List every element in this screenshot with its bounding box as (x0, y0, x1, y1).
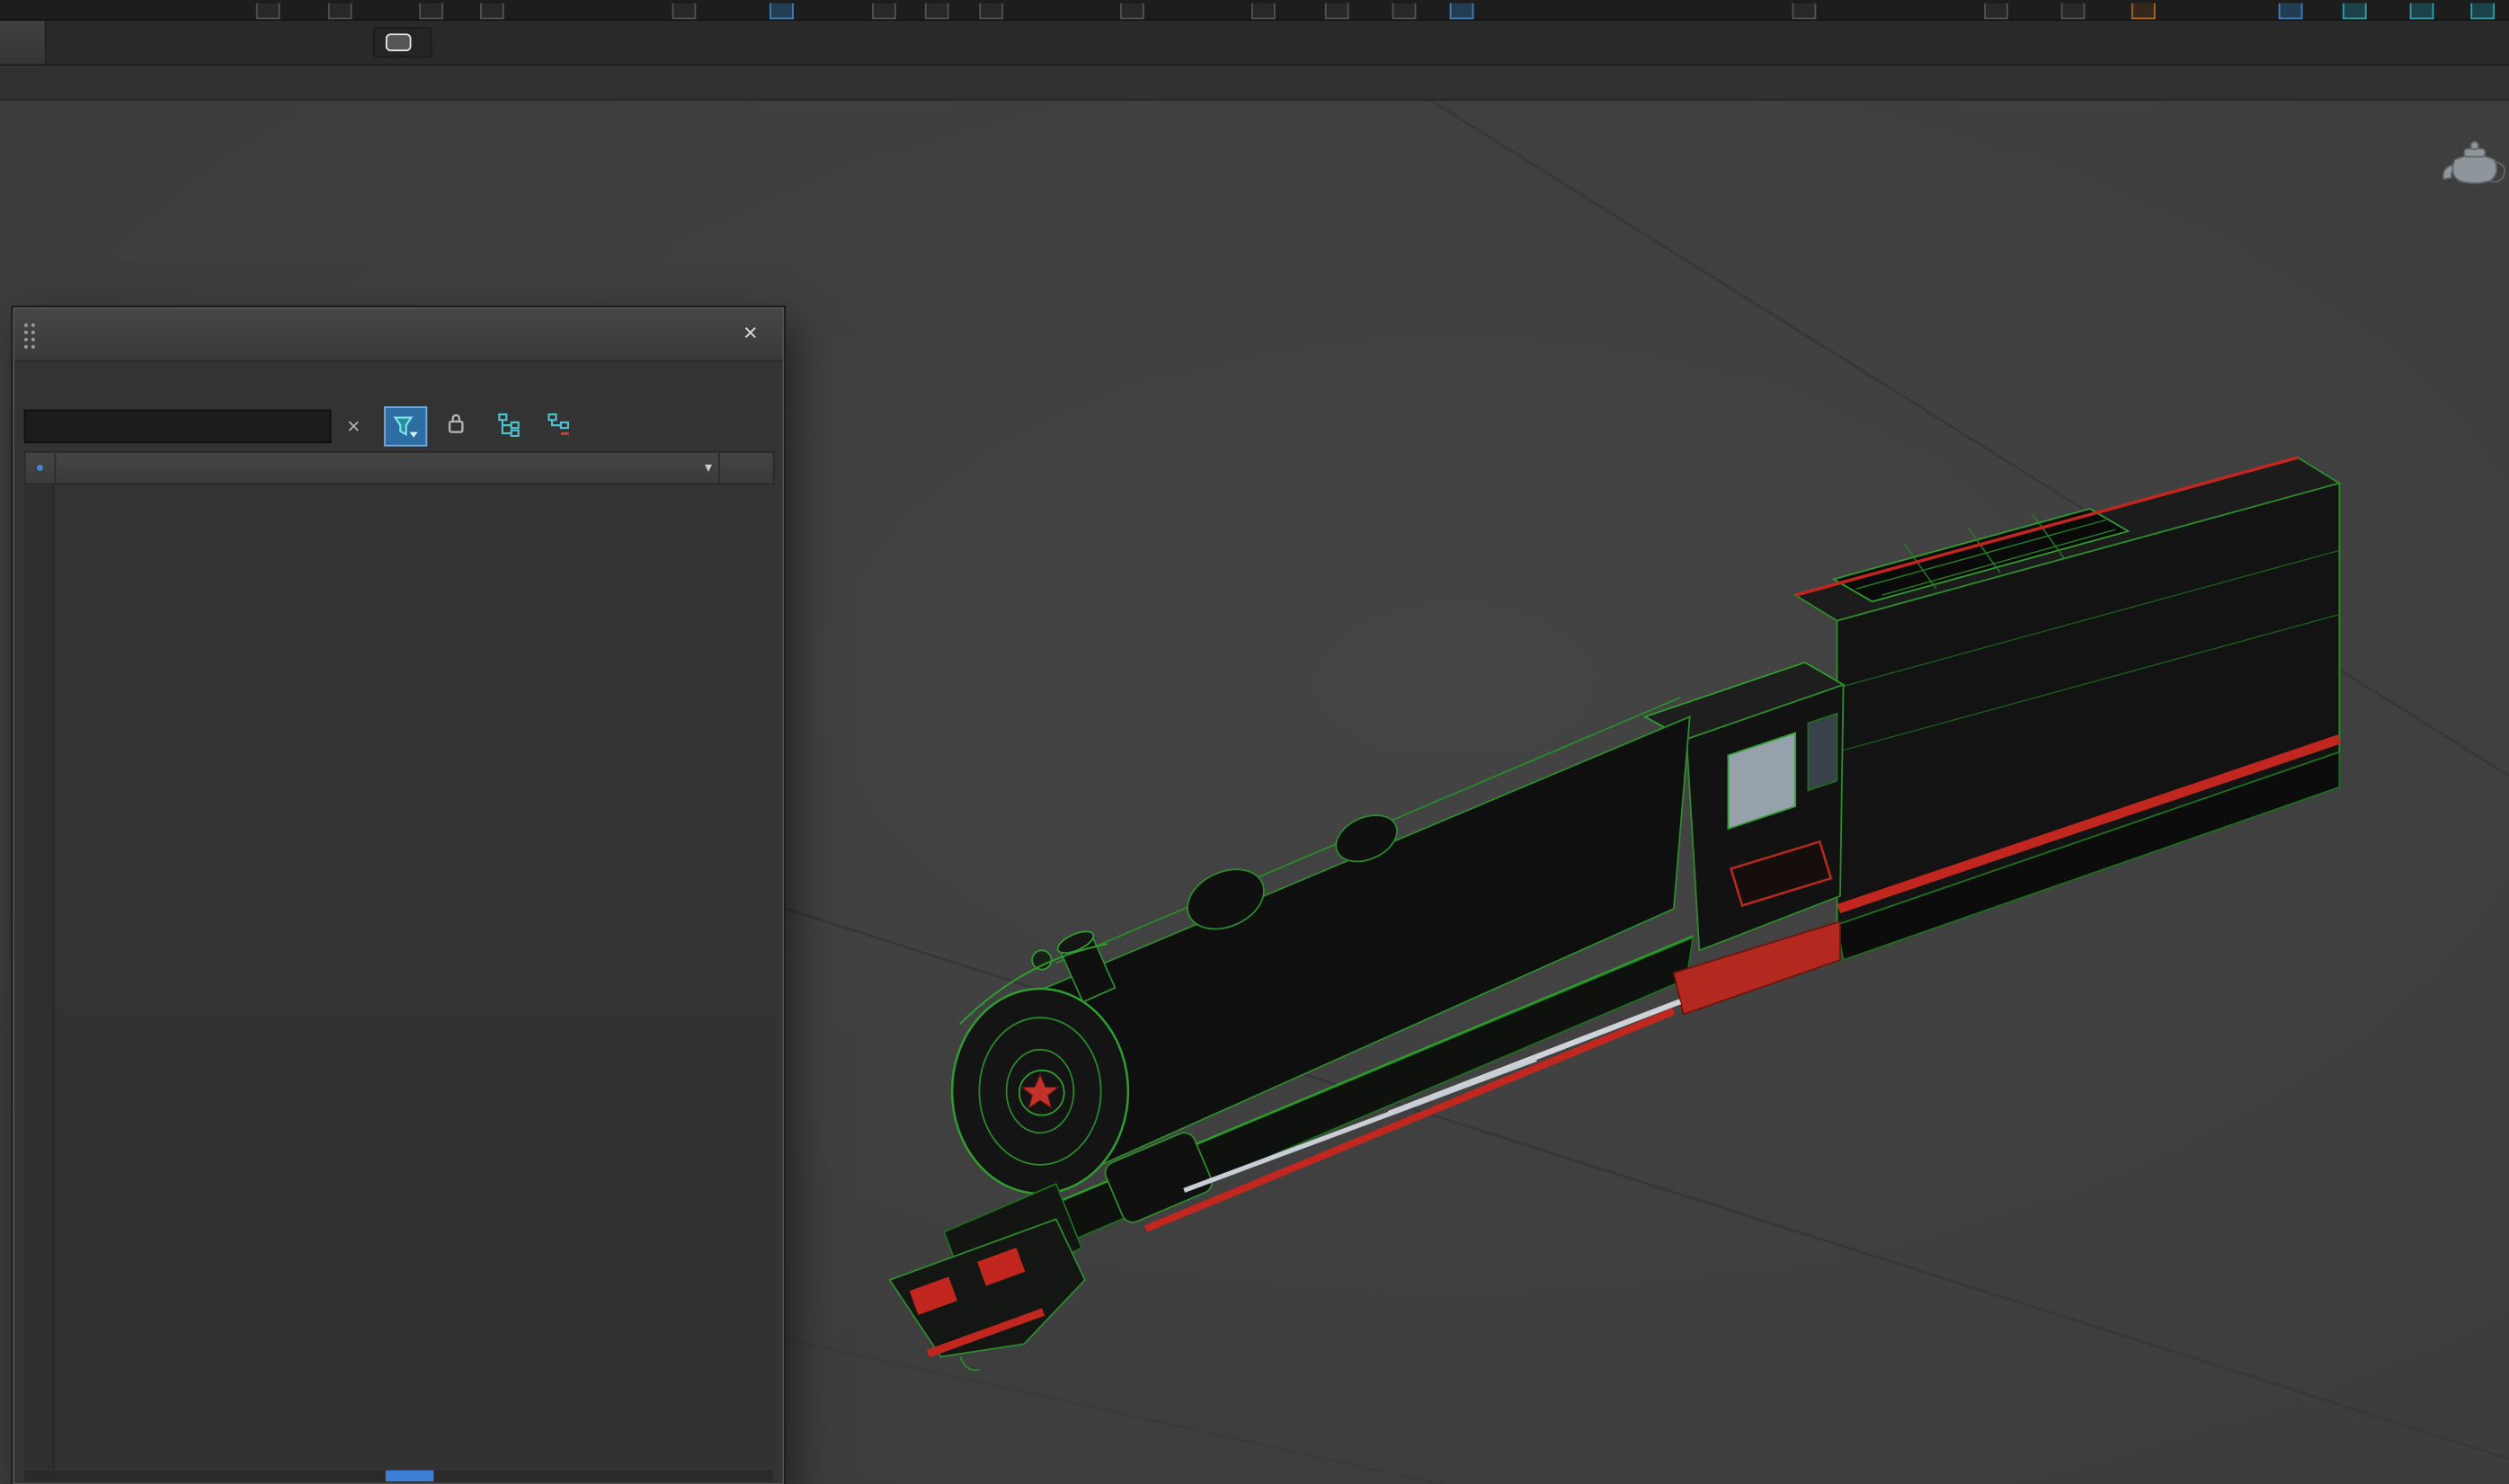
toolbar-icon-fragment[interactable] (1392, 3, 1417, 20)
toolbar-icon-fragment[interactable] (979, 3, 1004, 20)
scene-explorer-menubar (14, 361, 783, 404)
scene-explorer-toolbar: × (14, 404, 782, 451)
column-name-header[interactable]: ▾ (56, 453, 718, 484)
toolbar-icon-fragment[interactable] (770, 3, 794, 20)
tab-selection[interactable] (117, 21, 187, 64)
pick-children-icon[interactable] (547, 413, 572, 441)
toolbar-icon-fragment[interactable] (1792, 3, 1817, 20)
column-frozen-header[interactable] (718, 452, 773, 484)
toolbar-icon-fragment[interactable] (2342, 3, 2367, 20)
pick-parent-icon[interactable] (498, 413, 522, 441)
horizontal-scrollbar[interactable] (23, 1470, 773, 1482)
ribbon-config-button[interactable] (372, 27, 432, 58)
close-icon[interactable]: × (734, 318, 767, 351)
toolbar-icon-fragment[interactable] (872, 3, 896, 20)
tab-freeform[interactable] (47, 21, 117, 64)
main-toolbar (0, 0, 2509, 22)
toolbar-icon-fragment[interactable] (419, 3, 444, 20)
scene-explorer-titlebar[interactable]: × (14, 308, 783, 362)
toolbar-icon-fragment[interactable] (1324, 3, 1349, 20)
boiler (1036, 697, 1691, 1195)
scrollbar-thumb[interactable] (385, 1470, 434, 1482)
column-headers: ● ▾ (23, 450, 775, 485)
ribbon-minimize-icon (385, 33, 412, 51)
toolbar-icon-fragment[interactable] (2470, 3, 2496, 20)
sort-caret-icon: ▾ (705, 458, 713, 475)
tender (1793, 456, 2342, 962)
search-input[interactable] (23, 409, 332, 444)
tab-populate[interactable] (258, 21, 328, 64)
toolbar-icon-fragment[interactable] (2278, 3, 2303, 20)
scene-explorer-side-strip (23, 484, 55, 1470)
toolbar-icon-fragment[interactable] (1984, 3, 2008, 20)
filter-button[interactable] (384, 406, 428, 447)
toolbar-icon-fragment[interactable] (1250, 3, 1276, 20)
toolbar-icon-fragment[interactable] (924, 3, 949, 20)
scene-explorer-window: × × ● ▾ (11, 305, 786, 1484)
toolbar-icon-fragment[interactable] (2131, 3, 2156, 20)
ribbon-tab-bar (0, 21, 2509, 66)
tab-object-paint[interactable] (187, 21, 257, 64)
tab-modeling[interactable] (0, 21, 47, 65)
toolbar-icon-fragment[interactable] (1120, 3, 1144, 20)
teapot-object (2442, 140, 2505, 184)
window-grip[interactable] (22, 321, 39, 350)
toolbar-icon-fragment[interactable] (2409, 3, 2434, 20)
scene-explorer-empty-area (54, 1012, 775, 1470)
3dsmax-window: × × ● ▾ (0, 0, 2509, 1484)
ribbon-panel-row (0, 65, 2509, 102)
funnel-icon (393, 415, 418, 437)
toolbar-icon-fragment[interactable] (2060, 3, 2086, 20)
column-icon-dot[interactable]: ● (25, 452, 57, 484)
toolbar-icon-fragment[interactable] (1449, 3, 1474, 20)
clear-search-icon[interactable]: × (339, 408, 368, 443)
headlight (1031, 949, 1053, 971)
lock-cell-editing-icon[interactable] (447, 411, 466, 440)
toolbar-icon-fragment[interactable] (672, 3, 697, 20)
toolbar-icon-fragment[interactable] (255, 3, 280, 20)
locomotive-model (888, 456, 2342, 1372)
toolbar-icon-fragment[interactable] (327, 3, 352, 20)
toolbar-icon-fragment[interactable] (480, 3, 504, 20)
